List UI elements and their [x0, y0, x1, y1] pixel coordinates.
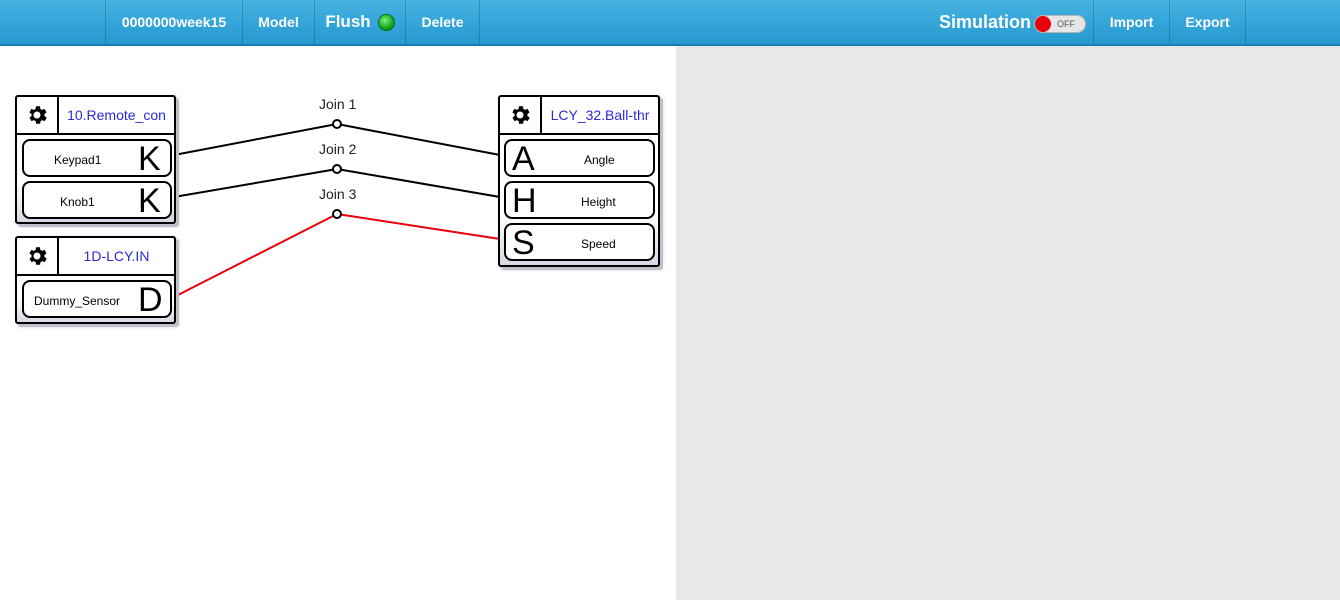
join-2-node[interactable]: [332, 164, 342, 174]
port-type-letter: K: [138, 182, 161, 220]
block-header: LCY_32.Ball-thr: [500, 97, 658, 135]
delete-label: Delete: [421, 14, 464, 30]
model-label: Model: [258, 14, 299, 30]
flush-button[interactable]: Flush: [314, 0, 405, 44]
block-settings-button[interactable]: [17, 238, 59, 274]
properties-panel: [676, 46, 1340, 600]
simulation-toggle-state: OFF: [1057, 19, 1075, 29]
port-height[interactable]: H Height: [504, 181, 655, 219]
join-3-node[interactable]: [332, 209, 342, 219]
toolbar-divider: [1245, 0, 1246, 44]
port-type-letter: K: [138, 140, 161, 178]
join-1-label: Join 1: [319, 96, 357, 112]
block-title[interactable]: LCY_32.Ball-thr: [542, 97, 658, 133]
port-label: Keypad1: [54, 153, 102, 167]
simulation-label: Simulation: [938, 11, 1031, 32]
toggle-knob: [1035, 16, 1051, 32]
flush-status-icon: [377, 13, 395, 31]
port-label: Speed: [581, 237, 616, 251]
block-settings-button[interactable]: [17, 97, 59, 133]
port-keypad1[interactable]: Keypad1 K: [22, 139, 172, 177]
port-angle[interactable]: A Angle: [504, 139, 655, 177]
join-3-label: Join 3: [319, 186, 357, 202]
port-label: Angle: [584, 153, 615, 167]
block-header: 1D-LCY.IN: [17, 238, 174, 276]
simulation-label-container: Simulation: [938, 0, 1032, 44]
block-sensor[interactable]: 1D-LCY.IN Dummy_Sensor D: [15, 236, 176, 324]
port-type-letter: H: [512, 182, 537, 220]
gear-icon: [29, 247, 47, 265]
port-type-letter: S: [512, 224, 535, 262]
block-remote-controller[interactable]: 10.Remote_con Keypad1 K Knob1 K: [15, 95, 176, 224]
block-settings-button[interactable]: [500, 97, 542, 133]
port-speed[interactable]: S Speed: [504, 223, 655, 261]
port-type-letter: A: [512, 140, 535, 178]
join-1-node[interactable]: [332, 119, 342, 129]
toolbar-divider: [479, 0, 480, 44]
port-label: Dummy_Sensor: [34, 294, 121, 308]
top-toolbar: 0000000week15 Model Flush Delete Simulat…: [0, 0, 1340, 46]
block-ball-thrower[interactable]: LCY_32.Ball-thr A Angle H Height S Speed: [498, 95, 660, 267]
import-label: Import: [1109, 14, 1154, 30]
gear-icon: [512, 106, 530, 124]
block-title[interactable]: 10.Remote_con: [59, 97, 174, 133]
port-label: Height: [581, 195, 616, 209]
model-button[interactable]: Model: [242, 0, 314, 44]
import-button[interactable]: Import: [1093, 0, 1169, 44]
block-title[interactable]: 1D-LCY.IN: [59, 238, 174, 274]
block-header: 10.Remote_con: [17, 97, 174, 135]
port-knob1[interactable]: Knob1 K: [22, 181, 172, 219]
flush-label: Flush: [325, 12, 371, 31]
port-type-letter: D: [138, 281, 163, 319]
delete-button[interactable]: Delete: [405, 0, 479, 44]
gear-icon: [29, 106, 47, 124]
port-label: Knob1: [60, 195, 95, 209]
export-button[interactable]: Export: [1169, 0, 1245, 44]
simulation-toggle[interactable]: OFF: [1034, 15, 1086, 33]
port-dummy-sensor[interactable]: Dummy_Sensor D: [22, 280, 172, 318]
project-name-button[interactable]: 0000000week15: [105, 0, 242, 44]
project-name-label: 0000000week15: [121, 14, 227, 30]
export-label: Export: [1185, 14, 1230, 30]
join-2-label: Join 2: [319, 141, 357, 157]
